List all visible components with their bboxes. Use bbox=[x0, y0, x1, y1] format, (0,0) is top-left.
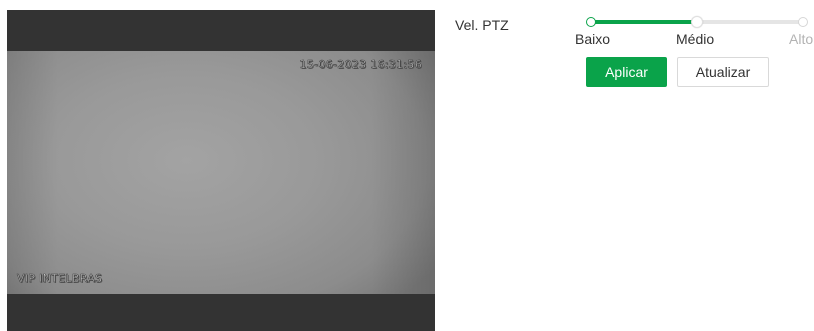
ptz-speed-label: Vel. PTZ bbox=[455, 17, 509, 33]
refresh-button[interactable]: Atualizar bbox=[677, 57, 769, 87]
speed-mark-low: Baixo bbox=[575, 31, 611, 47]
video-frame: 15-06-2023 16:31:56 VIP INTELBRAS bbox=[7, 51, 435, 294]
slider-stop-low[interactable] bbox=[586, 17, 596, 27]
speed-mark-high: Alto bbox=[789, 31, 814, 47]
slider-thumb[interactable] bbox=[691, 16, 703, 28]
slider-stop-high[interactable] bbox=[798, 17, 808, 27]
slider-fill bbox=[591, 20, 697, 24]
video-preview: 15-06-2023 16:31:56 VIP INTELBRAS bbox=[7, 10, 435, 331]
apply-button[interactable]: Aplicar bbox=[586, 57, 667, 87]
speed-mark-medium: Médio bbox=[676, 31, 715, 47]
osd-channel-name: VIP INTELBRAS bbox=[17, 272, 103, 286]
osd-datetime: 15-06-2023 16:31:56 bbox=[299, 58, 422, 72]
ptz-speed-slider[interactable] bbox=[586, 16, 808, 28]
